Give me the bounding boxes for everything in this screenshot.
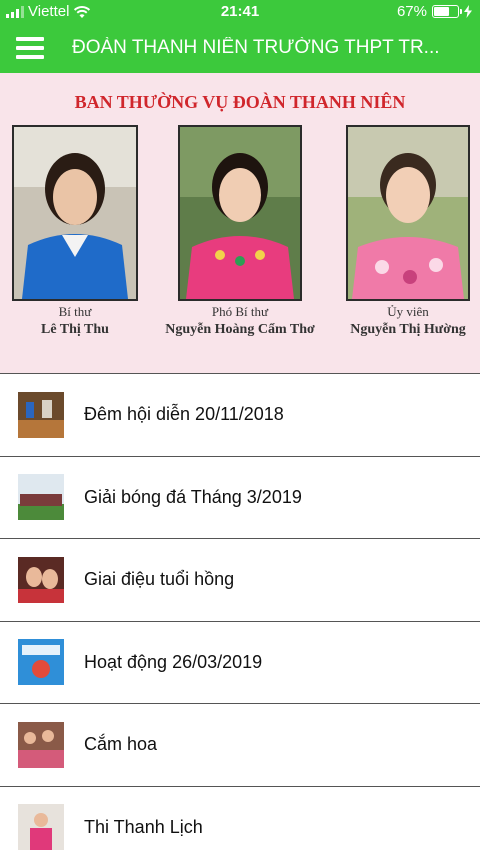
list-item[interactable]: Thi Thanh Lịch — [0, 785, 480, 853]
battery-percent: 67% — [396, 3, 427, 20]
member-name: Lê Thị Thu — [41, 322, 109, 337]
list-item-label: Thi Thanh Lịch — [84, 816, 203, 837]
list-item[interactable]: Đêm hội diễn 20/11/2018 — [0, 373, 480, 456]
leadership-banner: BAN THƯỜNG VỤ ĐOÀN THANH NIÊN Bí thư Lê … — [0, 73, 480, 373]
list-item-label: Cắm hoa — [84, 734, 158, 755]
member-photo — [12, 125, 138, 301]
battery-icon — [432, 5, 462, 18]
album-thumbnail — [18, 639, 64, 686]
album-thumbnail — [18, 721, 64, 768]
member-name: Nguyễn Thị Hường — [350, 322, 466, 337]
member-card-secretary: Bí thư Lê Thị Thu — [8, 125, 142, 338]
battery-fill — [434, 7, 450, 16]
list-item[interactable]: Giai điệu tuổi hồng — [0, 538, 480, 621]
list-item-label: Hoạt động 26/03/2019 — [84, 651, 263, 672]
album-thumbnail — [18, 391, 64, 438]
status-bar: Viettel 21:41 67% — [0, 0, 480, 23]
album-thumbnail — [18, 474, 64, 521]
album-thumbnail — [18, 556, 64, 603]
member-role: Ủy viên — [387, 304, 429, 319]
app-header: ĐOÀN THANH NIÊN TRƯỜNG THPT TR... — [0, 23, 480, 73]
album-thumbnail — [18, 804, 64, 851]
charging-bolt-icon — [464, 5, 472, 18]
status-right: 67% — [397, 3, 472, 20]
member-card-deputy-secretary: Phó Bí thư Nguyễn Hoàng Cẩm Thơ — [150, 125, 330, 338]
list-item[interactable]: Hoạt động 26/03/2019 — [0, 620, 480, 703]
member-name: Nguyễn Hoàng Cẩm Thơ — [165, 322, 315, 337]
banner-title: BAN THƯỜNG VỤ ĐOÀN THANH NIÊN — [74, 92, 406, 112]
list-item-label: Giai điệu tuổi hồng — [84, 569, 235, 590]
member-photo — [178, 125, 302, 301]
list-item[interactable]: Cắm hoa — [0, 703, 480, 786]
member-card-committee-member: Ủy viên Nguyễn Thị Hường — [340, 125, 476, 338]
member-photo — [346, 125, 470, 301]
member-role: Phó Bí thư — [211, 304, 269, 319]
list-item[interactable]: Giải bóng đá Tháng 3/2019 — [0, 455, 480, 538]
list-item-label: Giải bóng đá Tháng 3/2019 — [84, 486, 302, 507]
member-role: Bí thư — [58, 304, 92, 319]
list-item-label: Đêm hội diễn 20/11/2018 — [84, 404, 284, 425]
hamburger-menu-icon[interactable] — [0, 23, 56, 73]
app-title: ĐOÀN THANH NIÊN TRƯỜNG THPT TR... — [72, 37, 440, 58]
album-list: Đêm hội diễn 20/11/2018 Giải bóng đá Thá… — [0, 373, 480, 853]
